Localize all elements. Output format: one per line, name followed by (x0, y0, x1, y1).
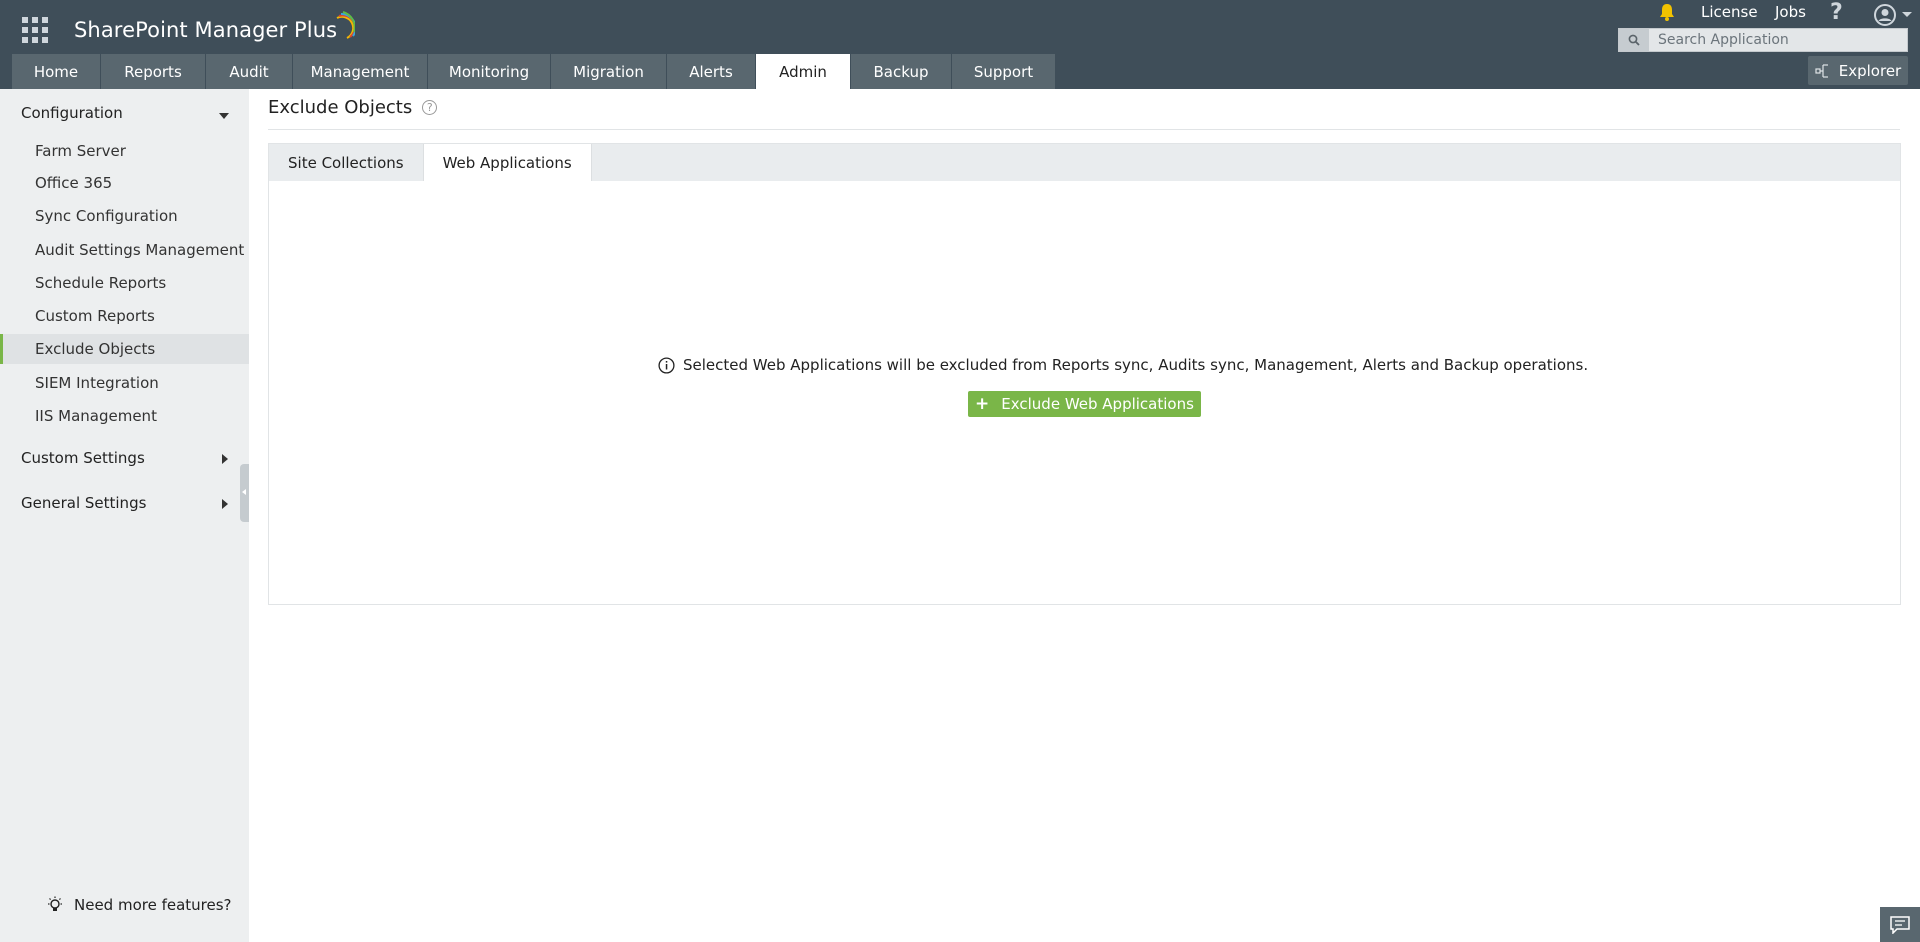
need-more-features-label: Need more features? (74, 896, 232, 914)
main-nav: Home Reports Audit Management Monitoring… (12, 54, 1056, 89)
page-title-row: Exclude Objects ? (268, 97, 438, 118)
exclude-button-label: Exclude Web Applications (1001, 395, 1194, 413)
user-avatar-icon[interactable] (1874, 4, 1896, 26)
license-link[interactable]: License (1701, 3, 1758, 21)
exclude-objects-panel: Site Collections Web Applications (268, 143, 1901, 605)
explorer-tree-icon (1815, 63, 1828, 78)
expand-chevron-icon[interactable] (222, 454, 228, 464)
info-text: Selected Web Applications will be exclud… (683, 356, 1589, 374)
info-message: Selected Web Applications will be exclud… (658, 356, 1588, 374)
user-menu-chevron-icon[interactable] (1902, 12, 1912, 17)
need-more-features-link[interactable]: Need more features? (46, 896, 232, 914)
explorer-label: Explorer (1838, 61, 1902, 80)
explorer-button[interactable]: Explorer (1808, 56, 1908, 85)
tab-management[interactable]: Management (293, 54, 428, 89)
search-icon[interactable] (1619, 29, 1649, 51)
panel-tab-bar: Site Collections Web Applications (269, 144, 1900, 181)
sidebar-item-office-365[interactable]: Office 365 (0, 168, 249, 198)
notification-bell-icon[interactable] (1657, 2, 1677, 22)
app-name: SharePoint Manager Plus (74, 18, 338, 42)
tab-support[interactable]: Support (952, 54, 1056, 89)
sidebar-section-general-settings[interactable]: General Settings (21, 494, 146, 512)
page-title: Exclude Objects (268, 97, 413, 118)
sidebar-item-exclude-objects[interactable]: Exclude Objects (0, 334, 249, 364)
help-circle-icon[interactable]: ? (422, 100, 438, 115)
tab-web-applications[interactable]: Web Applications (422, 144, 592, 181)
sidebar-item-sync-configuration[interactable]: Sync Configuration (0, 201, 249, 231)
search-bar (1618, 28, 1908, 52)
tab-migration[interactable]: Migration (551, 54, 667, 89)
chat-icon[interactable] (1880, 907, 1920, 942)
sidebar-section-custom-settings[interactable]: Custom Settings (21, 449, 145, 467)
tab-backup[interactable]: Backup (851, 54, 952, 89)
title-divider (268, 129, 1900, 130)
jobs-link[interactable]: Jobs (1775, 3, 1806, 21)
tab-home[interactable]: Home (12, 54, 101, 89)
app-grid-icon[interactable] (22, 17, 48, 43)
app-logo[interactable]: SharePoint Manager Plus (74, 11, 356, 42)
help-icon[interactable]: ? (1830, 0, 1843, 25)
search-input[interactable] (1649, 29, 1904, 51)
tab-monitoring[interactable]: Monitoring (428, 54, 551, 89)
tab-audit[interactable]: Audit (206, 54, 293, 89)
collapse-chevron-icon[interactable] (219, 113, 229, 119)
sidebar-collapse-handle[interactable] (240, 464, 249, 522)
expand-chevron-icon[interactable] (222, 499, 228, 509)
sidebar-item-farm-server[interactable]: Farm Server (0, 136, 249, 166)
sidebar-item-iis-management[interactable]: IIS Management (0, 401, 249, 431)
tab-alerts[interactable]: Alerts (667, 54, 756, 89)
tab-site-collections[interactable]: Site Collections (269, 144, 423, 181)
exclude-web-applications-button[interactable]: + Exclude Web Applications (968, 391, 1201, 417)
logo-arc-icon (336, 11, 356, 39)
sidebar-item-audit-settings[interactable]: Audit Settings Management (0, 235, 249, 265)
app-header: SharePoint Manager Plus License Jobs ? H… (0, 0, 1920, 89)
plus-icon: + (975, 394, 990, 414)
sidebar-section-configuration[interactable]: Configuration (21, 104, 123, 122)
sidebar-item-schedule-reports[interactable]: Schedule Reports (0, 268, 249, 298)
lightbulb-icon (48, 896, 62, 911)
tab-admin[interactable]: Admin (756, 54, 851, 89)
sidebar-item-custom-reports[interactable]: Custom Reports (0, 301, 249, 331)
tab-reports[interactable]: Reports (101, 54, 206, 89)
info-icon (658, 356, 675, 374)
sidebar-item-siem-integration[interactable]: SIEM Integration (0, 368, 249, 398)
